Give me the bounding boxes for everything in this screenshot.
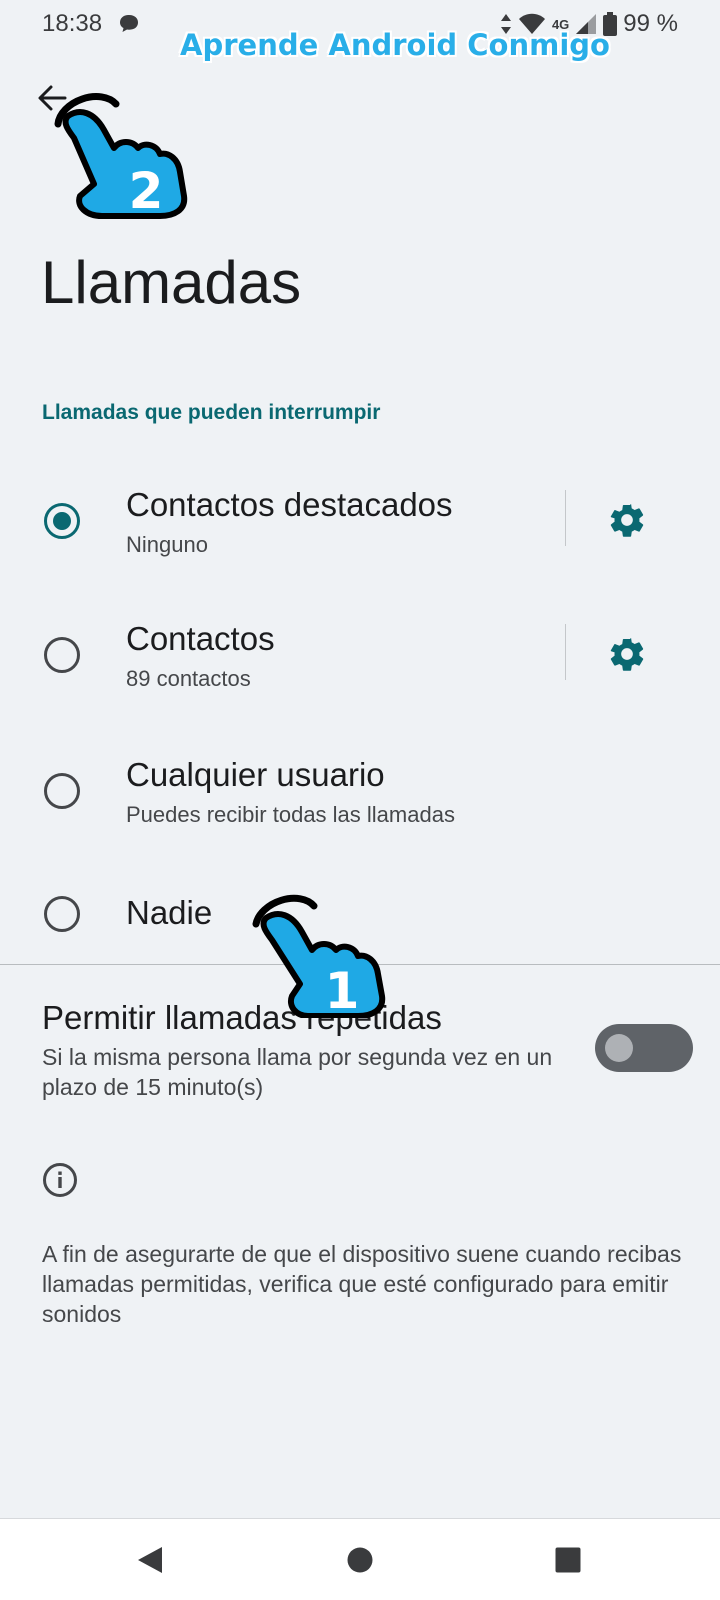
option-label: Cualquier usuario	[126, 756, 385, 793]
nav-back-button[interactable]	[132, 1542, 168, 1578]
repeat-calls-subtitle: Si la misma persona llama por segunda ve…	[42, 1044, 553, 1100]
info-text: A fin de asegurarte de que el dispositiv…	[42, 1241, 682, 1327]
section-header: Llamadas que pueden interrumpir	[42, 401, 381, 424]
radio-button[interactable]	[44, 773, 80, 809]
option-sublabel: Ninguno	[126, 532, 208, 557]
divider	[565, 624, 566, 680]
option-contactos-destacados[interactable]: Contactos destacados Ninguno	[0, 470, 720, 590]
option-label: Nadie	[126, 894, 213, 931]
option-cualquier-usuario[interactable]: Cualquier usuario Puedes recibir todas l…	[0, 740, 720, 860]
option-sublabel: Puedes recibir todas las llamadas	[126, 802, 455, 827]
option-sublabel: 89 contactos	[126, 666, 251, 691]
nav-home-icon	[347, 1547, 373, 1573]
info-icon	[43, 1163, 77, 1197]
pointer-hand-2-icon: 2	[54, 93, 188, 220]
page-title: Llamadas	[41, 249, 302, 316]
nav-recents-icon	[555, 1547, 581, 1573]
option-label: Contactos destacados	[126, 486, 453, 523]
toggle-knob	[605, 1034, 633, 1062]
radio-button-selected[interactable]	[44, 503, 80, 539]
watermark: Aprende Android Conmigo	[180, 28, 610, 62]
repeat-calls-toggle[interactable]	[595, 1024, 693, 1072]
radio-button[interactable]	[44, 896, 80, 932]
gear-icon[interactable]	[607, 634, 647, 674]
nav-back-icon	[138, 1547, 162, 1573]
option-label: Contactos	[126, 620, 275, 657]
gear-icon[interactable]	[607, 500, 647, 540]
radio-button[interactable]	[44, 637, 80, 673]
nav-recents-button[interactable]	[550, 1542, 586, 1578]
nav-home-button[interactable]	[342, 1542, 378, 1578]
option-contactos[interactable]: Contactos 89 contactos	[0, 604, 720, 724]
divider	[565, 490, 566, 546]
annotation-number: 2	[129, 162, 164, 220]
annotation-number: 1	[325, 962, 360, 1018]
pointer-hand-1-icon: 1	[252, 894, 386, 1018]
